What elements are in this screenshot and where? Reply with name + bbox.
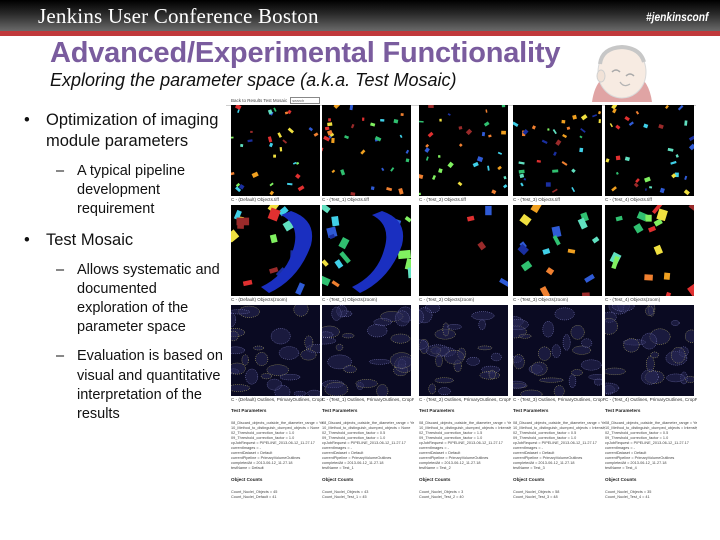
parameter-line: testName = Default bbox=[231, 466, 264, 470]
test-parameters-block: Test Parameters 08_Discard_objects_outsid… bbox=[605, 408, 697, 500]
sub-bullet-text: A typical pipeline development requireme… bbox=[77, 163, 186, 218]
mosaic-image-caption: C - (Test_4) Objects(zoom) bbox=[605, 297, 661, 302]
mosaic-image-caption: C - (Test_1) Objects(zoom) bbox=[322, 297, 378, 302]
mosaic-image[interactable] bbox=[513, 205, 602, 296]
mosaic-image-caption: C - (Test_4) Outlines, PrimaryOutlines, … bbox=[605, 397, 697, 402]
mosaic-image-caption: C - (Test_1) Objects.tiff bbox=[322, 197, 369, 202]
object-counts-heading: Object Counts bbox=[231, 477, 263, 482]
sub-bullet-item: – A typical pipeline development require… bbox=[0, 162, 225, 220]
mosaic-image[interactable] bbox=[419, 205, 508, 296]
bullet-text: Test Mosaic bbox=[46, 230, 134, 249]
object-counts-heading: Object Counts bbox=[322, 477, 354, 482]
mosaic-image-caption: C - (Test_3) Objects.tiff bbox=[513, 197, 560, 202]
object-counts-heading: Object Counts bbox=[605, 477, 637, 482]
mosaic-image[interactable] bbox=[419, 105, 508, 196]
jenkins-butler-icon bbox=[592, 44, 652, 102]
parameter-line: testName = Test_4 bbox=[605, 466, 637, 470]
mosaic-image-caption: C - (Default) Outlines, PrimaryOutlines,… bbox=[231, 397, 323, 402]
mosaic-image[interactable] bbox=[605, 105, 694, 196]
sub-bullet-text: Allows systematic and documented explora… bbox=[77, 261, 220, 336]
parameter-line: testName = Test_1 bbox=[322, 466, 354, 470]
mosaic-image-caption: C - (Test_2) Objects.tiff bbox=[419, 197, 466, 202]
object-counts-heading: Object Counts bbox=[513, 477, 545, 482]
header-stripe bbox=[0, 31, 720, 36]
sub-bullet-item: – Allows systematic and documented explo… bbox=[0, 261, 225, 338]
test-parameters-block: Test Parameters 08_Discard_objects_outsid… bbox=[322, 408, 414, 500]
breadcrumb-field[interactable]: search bbox=[290, 96, 321, 104]
mosaic-image-caption: C - (Test_4) Objects.tiff bbox=[605, 197, 652, 202]
object-count-line: Count_Nuclei_Test_1 = 45 bbox=[322, 495, 367, 499]
mosaic-breadcrumb: Back to Results Test Mosaic search bbox=[231, 96, 321, 104]
mosaic-image-caption: C - (Test_3) Objects(zoom) bbox=[513, 297, 569, 302]
parameter-line: testName = Test_2 bbox=[419, 466, 451, 470]
mosaic-image[interactable] bbox=[231, 205, 320, 296]
test-parameters-heading: Test Parameters bbox=[419, 408, 455, 413]
bullet-dash: – bbox=[56, 163, 65, 179]
bullet-list: • Optimization of imaging module paramet… bbox=[0, 110, 225, 434]
mosaic-image[interactable] bbox=[231, 305, 320, 396]
mosaic-image-caption: C - (Default) Objects(zoom) bbox=[231, 297, 288, 302]
sub-bullet-text: Evaluation is based on visual and quanti… bbox=[77, 348, 223, 423]
bullet-item: • Optimization of imaging module paramet… bbox=[0, 110, 225, 152]
test-parameters-heading: Test Parameters bbox=[322, 408, 358, 413]
object-count-line: Count_Nuclei_Default = 41 bbox=[231, 495, 277, 499]
test-parameters-heading: Test Parameters bbox=[231, 408, 267, 413]
slide-title: Advanced/Experimental Functionality bbox=[50, 37, 561, 69]
breadcrumb-link[interactable]: Back to Results Test Mosaic bbox=[231, 98, 287, 103]
mosaic-image[interactable] bbox=[322, 305, 411, 396]
mosaic-image[interactable] bbox=[322, 205, 411, 296]
test-parameters-block: Test Parameters 08_Discard_objects_outsid… bbox=[513, 408, 605, 500]
hashtag: #jenkinsconf bbox=[645, 10, 708, 24]
slide-subtitle: Exploring the parameter space (a.k.a. Te… bbox=[50, 70, 457, 90]
mosaic-image[interactable] bbox=[322, 105, 411, 196]
mosaic-image[interactable] bbox=[231, 105, 320, 196]
object-counts-heading: Object Counts bbox=[419, 477, 451, 482]
mosaic-image-caption: C - (Test_3) Outlines, PrimaryOutlines, … bbox=[513, 397, 605, 402]
test-parameters-block: Test Parameters 08_Discard_objects_outsid… bbox=[419, 408, 511, 500]
object-count-line: Count_Nuclei_Test_2 = 40 bbox=[419, 495, 464, 499]
mosaic-image[interactable] bbox=[605, 305, 694, 396]
mosaic-image-caption: C - (Test_2) Objects(zoom) bbox=[419, 297, 475, 302]
bullet-dot: • bbox=[24, 111, 30, 129]
test-parameters-heading: Test Parameters bbox=[605, 408, 641, 413]
bullet-dash: – bbox=[56, 348, 65, 365]
bullet-dash: – bbox=[56, 261, 65, 278]
object-count-line: Count_Nuclei_Test_4 = 41 bbox=[605, 495, 650, 499]
mosaic-image[interactable] bbox=[419, 305, 508, 396]
parameter-line: testName = Test_3 bbox=[513, 466, 545, 470]
bullet-text: Optimization of imaging module parameter… bbox=[46, 111, 219, 150]
mosaic-image-caption: C - (Default) Objects.tiff bbox=[231, 197, 279, 202]
test-mosaic-screenshot: Back to Results Test Mosaic search C - (… bbox=[226, 95, 697, 505]
object-count-line: Count_Nuclei_Test_3 = 48 bbox=[513, 495, 558, 499]
mosaic-image[interactable] bbox=[513, 305, 602, 396]
bullet-item: • Test Mosaic bbox=[0, 230, 225, 251]
conference-title: Jenkins User Conference Boston bbox=[38, 4, 319, 28]
mosaic-image[interactable] bbox=[513, 105, 602, 196]
mosaic-image-caption: C - (Test_2) Outlines, PrimaryOutlines, … bbox=[419, 397, 511, 402]
mosaic-image-caption: C - (Test_1) Outlines, PrimaryOutlines, … bbox=[322, 397, 414, 402]
bullet-dot: • bbox=[24, 230, 30, 249]
sub-bullet-item: – Evaluation is based on visual and quan… bbox=[0, 347, 225, 424]
mosaic-image[interactable] bbox=[605, 205, 694, 296]
test-parameters-block: Test Parameters 08_Discard_objects_outsid… bbox=[231, 408, 323, 500]
test-parameters-heading: Test Parameters bbox=[513, 408, 549, 413]
